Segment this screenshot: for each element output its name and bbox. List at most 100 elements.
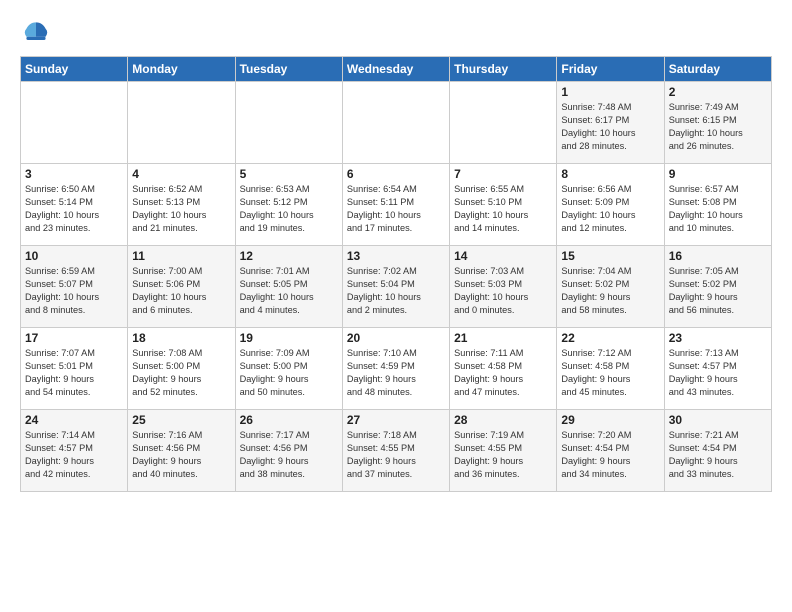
calendar-cell — [235, 82, 342, 164]
day-info: Sunrise: 7:16 AM Sunset: 4:56 PM Dayligh… — [132, 429, 230, 481]
header-cell-wednesday: Wednesday — [342, 57, 449, 82]
calendar-cell: 3 Sunrise: 6:50 AM Sunset: 5:14 PM Daylig… — [21, 164, 128, 246]
header-cell-saturday: Saturday — [664, 57, 771, 82]
day-info: Sunrise: 6:59 AM Sunset: 5:07 PM Dayligh… — [25, 265, 123, 317]
day-number: 28 — [454, 413, 552, 427]
day-number: 4 — [132, 167, 230, 181]
day-info: Sunrise: 6:55 AM Sunset: 5:10 PM Dayligh… — [454, 183, 552, 235]
day-info: Sunrise: 7:02 AM Sunset: 5:04 PM Dayligh… — [347, 265, 445, 317]
calendar-cell — [450, 82, 557, 164]
logo-icon — [20, 16, 52, 48]
calendar-cell: 18 Sunrise: 7:08 AM Sunset: 5:00 PM Dayli… — [128, 328, 235, 410]
calendar-cell: 2 Sunrise: 7:49 AM Sunset: 6:15 PM Daylig… — [664, 82, 771, 164]
day-number: 6 — [347, 167, 445, 181]
day-number: 11 — [132, 249, 230, 263]
day-number: 15 — [561, 249, 659, 263]
day-info: Sunrise: 6:57 AM Sunset: 5:08 PM Dayligh… — [669, 183, 767, 235]
day-number: 17 — [25, 331, 123, 345]
calendar-cell: 4Sunrise: 6:52 AM Sunset: 5:13 PM Daylig… — [128, 164, 235, 246]
day-number: 22 — [561, 331, 659, 345]
calendar-week-row: 17 Sunrise: 7:07 AM Sunset: 5:01 PM Dayli… — [21, 328, 772, 410]
calendar-cell: 12 Sunrise: 7:01 AM Sunset: 5:05 PM Dayli… — [235, 246, 342, 328]
day-number: 21 — [454, 331, 552, 345]
day-info: Sunrise: 7:11 AM Sunset: 4:58 PM Dayligh… — [454, 347, 552, 399]
calendar-cell: 6 Sunrise: 6:54 AM Sunset: 5:11 PM Daylig… — [342, 164, 449, 246]
calendar-cell: 26 Sunrise: 7:17 AM Sunset: 4:56 PM Dayli… — [235, 410, 342, 492]
calendar-cell: 15 Sunrise: 7:04 AM Sunset: 5:02 PM Dayli… — [557, 246, 664, 328]
day-number: 19 — [240, 331, 338, 345]
day-info: Sunrise: 6:54 AM Sunset: 5:11 PM Dayligh… — [347, 183, 445, 235]
calendar-cell: 14 Sunrise: 7:03 AM Sunset: 5:03 PM Dayli… — [450, 246, 557, 328]
day-info: Sunrise: 7:12 AM Sunset: 4:58 PM Dayligh… — [561, 347, 659, 399]
calendar-cell: 17 Sunrise: 7:07 AM Sunset: 5:01 PM Dayli… — [21, 328, 128, 410]
day-number: 24 — [25, 413, 123, 427]
day-number: 13 — [347, 249, 445, 263]
day-info: Sunrise: 7:17 AM Sunset: 4:56 PM Dayligh… — [240, 429, 338, 481]
header-cell-thursday: Thursday — [450, 57, 557, 82]
calendar-table: SundayMondayTuesdayWednesdayThursdayFrid… — [20, 56, 772, 492]
day-number: 8 — [561, 167, 659, 181]
day-info: Sunrise: 7:21 AM Sunset: 4:54 PM Dayligh… — [669, 429, 767, 481]
day-number: 12 — [240, 249, 338, 263]
day-info: Sunrise: 7:19 AM Sunset: 4:55 PM Dayligh… — [454, 429, 552, 481]
calendar-header-row: SundayMondayTuesdayWednesdayThursdayFrid… — [21, 57, 772, 82]
day-info: Sunrise: 7:03 AM Sunset: 5:03 PM Dayligh… — [454, 265, 552, 317]
header-cell-friday: Friday — [557, 57, 664, 82]
calendar-cell: 9Sunrise: 6:57 AM Sunset: 5:08 PM Daylig… — [664, 164, 771, 246]
day-number: 5 — [240, 167, 338, 181]
day-number: 29 — [561, 413, 659, 427]
day-info: Sunrise: 7:01 AM Sunset: 5:05 PM Dayligh… — [240, 265, 338, 317]
day-info: Sunrise: 7:20 AM Sunset: 4:54 PM Dayligh… — [561, 429, 659, 481]
calendar-cell: 24 Sunrise: 7:14 AM Sunset: 4:57 PM Dayli… — [21, 410, 128, 492]
day-number: 14 — [454, 249, 552, 263]
day-info: Sunrise: 7:10 AM Sunset: 4:59 PM Dayligh… — [347, 347, 445, 399]
day-number: 10 — [25, 249, 123, 263]
day-info: Sunrise: 7:49 AM Sunset: 6:15 PM Dayligh… — [669, 101, 767, 153]
calendar-cell: 28 Sunrise: 7:19 AM Sunset: 4:55 PM Dayli… — [450, 410, 557, 492]
calendar-cell — [21, 82, 128, 164]
calendar-cell: 7 Sunrise: 6:55 AM Sunset: 5:10 PM Daylig… — [450, 164, 557, 246]
day-number: 7 — [454, 167, 552, 181]
calendar-cell: 8 Sunrise: 6:56 AM Sunset: 5:09 PM Daylig… — [557, 164, 664, 246]
calendar-week-row: 3 Sunrise: 6:50 AM Sunset: 5:14 PM Daylig… — [21, 164, 772, 246]
day-info: Sunrise: 7:14 AM Sunset: 4:57 PM Dayligh… — [25, 429, 123, 481]
day-number: 18 — [132, 331, 230, 345]
day-info: Sunrise: 7:18 AM Sunset: 4:55 PM Dayligh… — [347, 429, 445, 481]
day-info: Sunrise: 7:48 AM Sunset: 6:17 PM Dayligh… — [561, 101, 659, 153]
calendar-cell: 21 Sunrise: 7:11 AM Sunset: 4:58 PM Dayli… — [450, 328, 557, 410]
day-info: Sunrise: 7:07 AM Sunset: 5:01 PM Dayligh… — [25, 347, 123, 399]
calendar-cell: 23Sunrise: 7:13 AM Sunset: 4:57 PM Dayli… — [664, 328, 771, 410]
day-number: 3 — [25, 167, 123, 181]
day-number: 26 — [240, 413, 338, 427]
day-info: Sunrise: 7:13 AM Sunset: 4:57 PM Dayligh… — [669, 347, 767, 399]
calendar-cell: 22 Sunrise: 7:12 AM Sunset: 4:58 PM Dayli… — [557, 328, 664, 410]
header — [20, 16, 772, 48]
calendar-week-row: 10 Sunrise: 6:59 AM Sunset: 5:07 PM Dayli… — [21, 246, 772, 328]
day-info: Sunrise: 7:05 AM Sunset: 5:02 PM Dayligh… — [669, 265, 767, 317]
calendar-cell: 16 Sunrise: 7:05 AM Sunset: 5:02 PM Dayli… — [664, 246, 771, 328]
header-cell-monday: Monday — [128, 57, 235, 82]
calendar-cell: 29 Sunrise: 7:20 AM Sunset: 4:54 PM Dayli… — [557, 410, 664, 492]
day-info: Sunrise: 6:50 AM Sunset: 5:14 PM Dayligh… — [25, 183, 123, 235]
calendar-cell: 25 Sunrise: 7:16 AM Sunset: 4:56 PM Dayli… — [128, 410, 235, 492]
logo — [20, 16, 56, 48]
calendar-week-row: 1 Sunrise: 7:48 AM Sunset: 6:17 PM Daylig… — [21, 82, 772, 164]
day-info: Sunrise: 7:04 AM Sunset: 5:02 PM Dayligh… — [561, 265, 659, 317]
calendar-cell: 10 Sunrise: 6:59 AM Sunset: 5:07 PM Dayli… — [21, 246, 128, 328]
day-info: Sunrise: 6:56 AM Sunset: 5:09 PM Dayligh… — [561, 183, 659, 235]
calendar-cell — [128, 82, 235, 164]
day-number: 1 — [561, 85, 659, 99]
day-info: Sunrise: 6:53 AM Sunset: 5:12 PM Dayligh… — [240, 183, 338, 235]
day-number: 16 — [669, 249, 767, 263]
day-info: Sunrise: 7:08 AM Sunset: 5:00 PM Dayligh… — [132, 347, 230, 399]
calendar-cell: 11Sunrise: 7:00 AM Sunset: 5:06 PM Dayli… — [128, 246, 235, 328]
day-number: 27 — [347, 413, 445, 427]
calendar-cell: 20Sunrise: 7:10 AM Sunset: 4:59 PM Dayli… — [342, 328, 449, 410]
day-number: 2 — [669, 85, 767, 99]
day-number: 30 — [669, 413, 767, 427]
calendar-cell: 27 Sunrise: 7:18 AM Sunset: 4:55 PM Dayli… — [342, 410, 449, 492]
calendar-cell: 5 Sunrise: 6:53 AM Sunset: 5:12 PM Daylig… — [235, 164, 342, 246]
day-number: 25 — [132, 413, 230, 427]
header-cell-sunday: Sunday — [21, 57, 128, 82]
page: SundayMondayTuesdayWednesdayThursdayFrid… — [0, 0, 792, 502]
